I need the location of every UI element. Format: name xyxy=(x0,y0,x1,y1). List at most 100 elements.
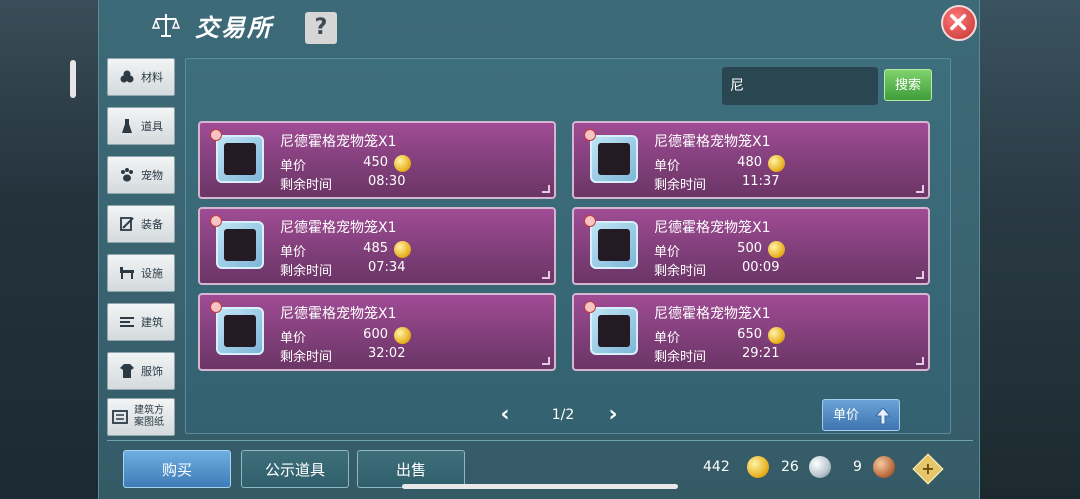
category-items[interactable]: 道具 xyxy=(107,107,175,145)
badge-icon xyxy=(210,215,222,227)
category-label: 宠物 xyxy=(141,169,163,182)
category-materials[interactable]: 材料 xyxy=(107,58,175,96)
category-label: 装备 xyxy=(141,218,163,231)
listing-card[interactable]: 尼德霍格宠物笼X1 单价 600 剩余时间 32:02 xyxy=(198,293,556,371)
category-label: 服饰 xyxy=(141,365,163,378)
paw-icon xyxy=(121,168,133,182)
plus-icon: + xyxy=(921,459,935,478)
gold-coin-icon xyxy=(768,155,785,172)
help-button[interactable]: ? xyxy=(305,12,337,44)
category-clothing[interactable]: 服饰 xyxy=(107,352,175,390)
background-scenery-left xyxy=(0,0,98,499)
unit-price-label: 单价 xyxy=(654,245,681,260)
corner-marker-icon xyxy=(542,357,550,365)
corner-marker-icon xyxy=(916,357,924,365)
side-scroll-indicator xyxy=(70,60,76,98)
building-icon xyxy=(120,317,134,327)
corner-marker-icon xyxy=(542,185,550,193)
item-price: 600 xyxy=(363,327,388,342)
remaining-time-label: 剩余时间 xyxy=(280,350,333,365)
unit-price-label: 单价 xyxy=(280,159,307,174)
add-currency-button[interactable]: + xyxy=(912,453,944,485)
gold-coin-icon xyxy=(394,327,411,344)
scales-icon xyxy=(151,14,181,37)
category-label: 设施 xyxy=(141,267,163,280)
item-name: 尼德霍格宠物笼X1 xyxy=(654,220,771,236)
item-remaining-time: 07:34 xyxy=(368,260,406,275)
tab-buy[interactable]: 购买 xyxy=(123,450,231,488)
tab-sell[interactable]: 出售 xyxy=(357,450,465,488)
listing-card[interactable]: 尼德霍格宠物笼X1 单价 485 剩余时间 07:34 xyxy=(198,207,556,285)
pet-cage-icon xyxy=(216,135,264,183)
category-label: 材料 xyxy=(141,71,163,84)
gold-coin-icon xyxy=(747,456,769,478)
listing-card[interactable]: 尼德霍格宠物笼X1 单价 480 剩余时间 11:37 xyxy=(572,121,930,199)
item-thumbnail xyxy=(210,215,270,277)
sort-by-price-button[interactable]: 单价 xyxy=(822,399,900,431)
gold-coin-icon xyxy=(394,241,411,258)
category-facilities[interactable]: 设施 xyxy=(107,254,175,292)
listing-card[interactable]: 尼德霍格宠物笼X1 单价 650 剩余时间 29:21 xyxy=(572,293,930,371)
pet-cage-icon xyxy=(590,221,638,269)
badge-icon xyxy=(210,301,222,313)
item-price: 485 xyxy=(363,241,388,256)
category-label: 建筑 xyxy=(141,316,163,329)
item-price: 650 xyxy=(737,327,762,342)
category-buildings[interactable]: 建筑 xyxy=(107,303,175,341)
item-remaining-time: 11:37 xyxy=(742,174,780,189)
unit-price-label: 单价 xyxy=(280,331,307,346)
potion-icon xyxy=(122,119,132,133)
badge-icon xyxy=(584,129,596,141)
background-scenery-right xyxy=(980,0,1080,499)
gold-coin-icon xyxy=(768,241,785,258)
category-label: 道具 xyxy=(141,120,163,133)
page-indicator: 1/2 xyxy=(551,407,575,423)
item-thumbnail xyxy=(210,129,270,191)
home-indicator[interactable] xyxy=(402,484,678,489)
unit-price-label: 单价 xyxy=(654,331,681,346)
item-name: 尼德霍格宠物笼X1 xyxy=(280,306,397,322)
facility-icon xyxy=(120,267,134,279)
item-thumbnail xyxy=(584,215,644,277)
bronze-amount: 9 xyxy=(853,459,862,475)
silver-amount: 26 xyxy=(781,459,799,475)
corner-marker-icon xyxy=(542,271,550,279)
category-blueprints[interactable]: 建筑方案图纸 xyxy=(107,398,175,436)
unit-price-label: 单价 xyxy=(654,159,681,174)
equipment-icon xyxy=(120,217,134,231)
gold-amount: 442 xyxy=(703,459,730,475)
next-page-button[interactable]: › xyxy=(604,403,622,427)
category-equipment[interactable]: 装备 xyxy=(107,205,175,243)
remaining-time-label: 剩余时间 xyxy=(654,178,707,193)
listing-card[interactable]: 尼德霍格宠物笼X1 单价 450 剩余时间 08:30 xyxy=(198,121,556,199)
sort-arrow-icon xyxy=(875,407,891,425)
badge-icon xyxy=(210,129,222,141)
close-button[interactable] xyxy=(941,5,977,41)
silver-coin-icon xyxy=(809,456,831,478)
search-button[interactable]: 搜索 xyxy=(884,69,932,101)
listing-area: 尼 搜索 尼德霍格宠物笼X1 单价 450 剩余时间 08:30 尼德霍格宠物笼… xyxy=(185,58,951,434)
clothing-icon xyxy=(120,364,134,378)
remaining-time-label: 剩余时间 xyxy=(654,264,707,279)
materials-icon xyxy=(120,70,134,83)
tab-public-items[interactable]: 公示道具 xyxy=(241,450,349,488)
search-input[interactable]: 尼 xyxy=(722,67,878,105)
pet-cage-icon xyxy=(590,307,638,355)
remaining-time-label: 剩余时间 xyxy=(280,264,333,279)
item-thumbnail xyxy=(210,301,270,363)
page-title: 交易所 xyxy=(195,14,273,42)
sort-label: 单价 xyxy=(833,408,860,423)
remaining-time-label: 剩余时间 xyxy=(654,350,707,365)
badge-icon xyxy=(584,215,596,227)
remaining-time-label: 剩余时间 xyxy=(280,178,333,193)
unit-price-label: 单价 xyxy=(280,245,307,260)
category-pets[interactable]: 宠物 xyxy=(107,156,175,194)
pet-cage-icon xyxy=(590,135,638,183)
bottom-divider xyxy=(107,440,973,441)
category-label: 建筑方案图纸 xyxy=(134,405,164,428)
item-thumbnail xyxy=(584,129,644,191)
pet-cage-icon xyxy=(216,307,264,355)
prev-page-button[interactable]: ‹ xyxy=(496,403,514,427)
listing-card[interactable]: 尼德霍格宠物笼X1 单价 500 剩余时间 00:09 xyxy=(572,207,930,285)
item-thumbnail xyxy=(584,301,644,363)
